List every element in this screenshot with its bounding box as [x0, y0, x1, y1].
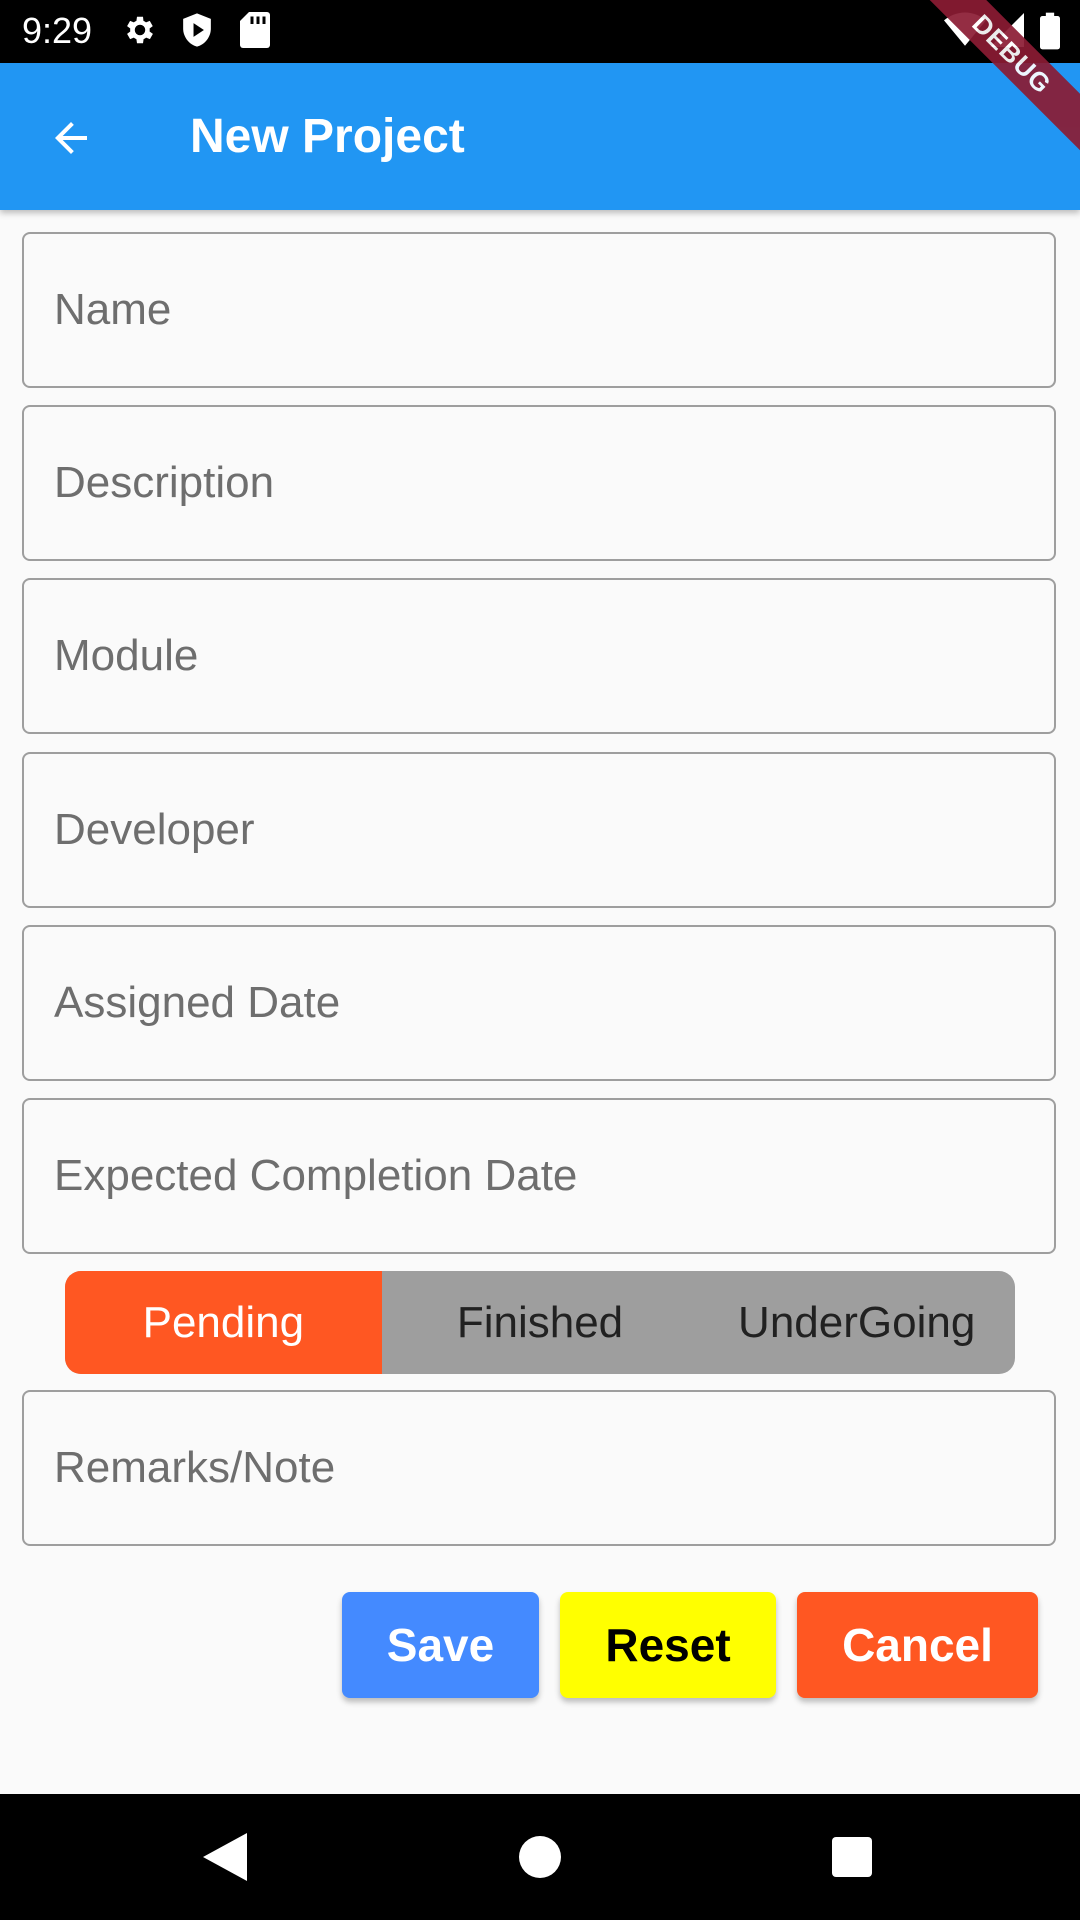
status-toggle: Pending Finished UnderGoing: [65, 1271, 1015, 1374]
battery-icon: [1040, 12, 1060, 50]
description-field-container: [22, 405, 1056, 561]
status-option-undergoing[interactable]: UnderGoing: [698, 1271, 1015, 1374]
back-triangle-icon: [203, 1833, 247, 1881]
page-title: New Project: [190, 110, 465, 163]
arrow-back-icon: [55, 122, 87, 154]
status-option-pending[interactable]: Pending: [65, 1271, 382, 1374]
nav-recents-button[interactable]: [822, 1827, 882, 1887]
save-button[interactable]: Save: [342, 1592, 539, 1698]
assigned-date-field[interactable]: [24, 927, 1054, 1079]
home-circle-icon: [519, 1836, 561, 1878]
sd-card-icon: [240, 12, 270, 48]
back-button[interactable]: [36, 103, 106, 173]
app-bar: New Project: [0, 63, 1080, 210]
name-field[interactable]: [24, 234, 1054, 386]
recents-square-icon: [832, 1837, 872, 1877]
play-protect-icon: [180, 12, 214, 48]
developer-field-container: [22, 752, 1056, 908]
remarks-field[interactable]: [24, 1392, 1054, 1544]
status-bar: 9:29: [0, 0, 1080, 63]
gear-icon: [122, 12, 158, 48]
module-field-container: [22, 578, 1056, 734]
expected-completion-date-field-container: [22, 1098, 1056, 1254]
name-field-container: [22, 232, 1056, 388]
description-field[interactable]: [24, 407, 1054, 559]
status-time: 9:29: [22, 10, 93, 51]
remarks-field-container: [22, 1390, 1056, 1546]
nav-home-button[interactable]: [510, 1827, 570, 1887]
reset-button[interactable]: Reset: [560, 1592, 776, 1698]
system-nav-bar: [0, 1794, 1080, 1920]
module-field[interactable]: [24, 580, 1054, 732]
assigned-date-field-container: [22, 925, 1056, 1081]
expected-completion-date-field[interactable]: [24, 1100, 1054, 1252]
status-option-finished[interactable]: Finished: [382, 1271, 699, 1374]
new-project-screen: 9:29 DEBUG New Project Name Description …: [0, 0, 1080, 1920]
developer-field[interactable]: [24, 754, 1054, 906]
nav-back-button[interactable]: [195, 1827, 255, 1887]
cancel-button[interactable]: Cancel: [797, 1592, 1038, 1698]
